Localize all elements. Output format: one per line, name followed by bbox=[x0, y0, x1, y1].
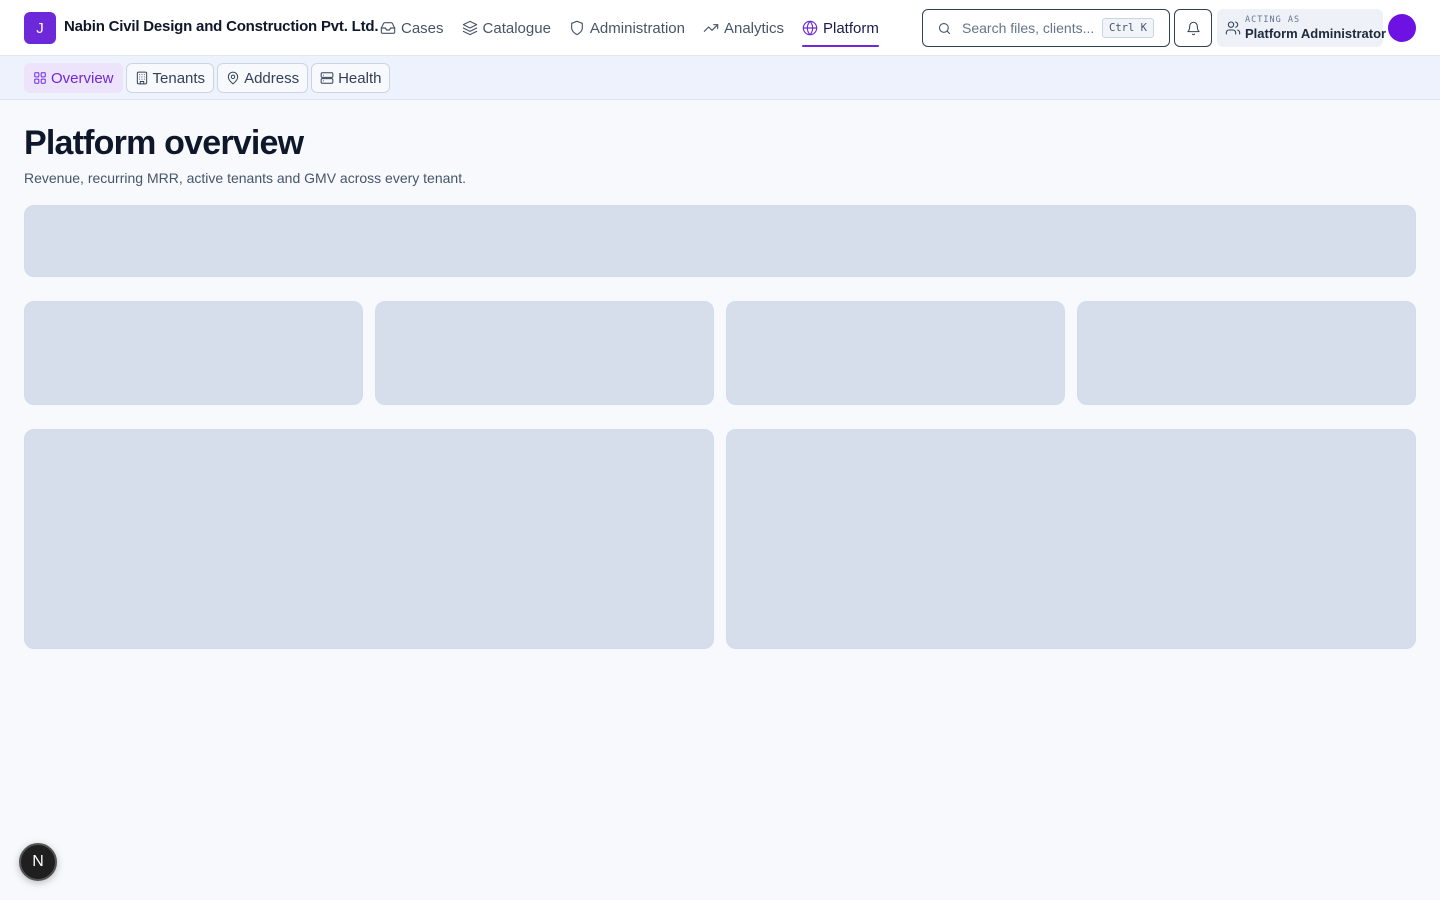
nav-label: Administration bbox=[589, 19, 685, 37]
tab-address[interactable]: Address bbox=[217, 63, 309, 93]
tab-label: Tenants bbox=[152, 69, 206, 87]
tab-label: Address bbox=[244, 69, 300, 87]
skeleton-stat-card bbox=[1077, 301, 1416, 405]
layers-icon bbox=[462, 20, 477, 36]
globe-icon bbox=[802, 20, 818, 36]
nav-item-analytics[interactable]: Analytics bbox=[703, 0, 784, 56]
shield-icon bbox=[571, 20, 583, 36]
search-placeholder: Search files, clients... bbox=[962, 20, 1094, 36]
skeleton-stat-card bbox=[375, 301, 714, 405]
skeleton-stat-card bbox=[726, 301, 1065, 405]
map-pin-icon bbox=[227, 71, 239, 85]
nav-item-administration[interactable]: Administration bbox=[569, 0, 685, 56]
server-icon bbox=[320, 72, 334, 84]
skeleton-panel bbox=[726, 429, 1416, 649]
skeleton-panel bbox=[24, 429, 714, 649]
tab-label: Overview bbox=[51, 69, 114, 87]
users-icon bbox=[1225, 21, 1241, 35]
search-box[interactable]: Search files, clients... Ctrl K bbox=[922, 9, 1170, 47]
tab-tenants[interactable]: Tenants bbox=[125, 63, 215, 93]
nav-label: Cases bbox=[401, 19, 444, 37]
search-icon bbox=[938, 22, 951, 34]
skeleton-stat-card bbox=[24, 301, 363, 405]
nav-label: Analytics bbox=[723, 19, 784, 37]
skeleton-banner bbox=[24, 205, 1416, 277]
subtabs: Overview Tenants Address Health bbox=[24, 63, 393, 93]
dev-tools-button[interactable]: N bbox=[19, 843, 57, 881]
acting-as-role: Platform Administrator bbox=[1245, 26, 1387, 41]
sub-navigation: Overview Tenants Address Health bbox=[0, 56, 1440, 100]
top-header: J Nabin Civil Design and Construction Pv… bbox=[0, 0, 1440, 56]
nav-item-cases[interactable]: Cases bbox=[380, 0, 444, 56]
tab-label: Health bbox=[338, 69, 382, 87]
page-title: Platform overview bbox=[24, 124, 304, 162]
tab-overview[interactable]: Overview bbox=[24, 63, 123, 93]
nav-item-catalogue[interactable]: Catalogue bbox=[462, 0, 551, 56]
trending-up-icon bbox=[703, 24, 719, 32]
page-subtitle: Revenue, recurring MRR, active tenants a… bbox=[24, 170, 466, 186]
grid-icon bbox=[34, 72, 46, 84]
tab-health[interactable]: Health bbox=[311, 63, 391, 93]
nav-label: Platform bbox=[823, 19, 879, 37]
notifications-button[interactable] bbox=[1174, 9, 1212, 47]
inbox-icon bbox=[380, 22, 396, 34]
org-logo[interactable]: J bbox=[24, 12, 56, 44]
nav-item-platform[interactable]: Platform bbox=[802, 0, 879, 56]
acting-as-switcher[interactable]: ACTING AS Platform Administrator bbox=[1217, 9, 1387, 47]
building-icon bbox=[136, 71, 147, 85]
nav-label: Catalogue bbox=[482, 19, 551, 37]
fab-letter: N bbox=[32, 853, 44, 870]
logo-letter: J bbox=[36, 19, 44, 37]
bell-icon bbox=[1186, 21, 1200, 35]
acting-as-label: ACTING AS bbox=[1245, 15, 1301, 25]
org-name[interactable]: Nabin Civil Design and Construction Pvt.… bbox=[64, 18, 379, 35]
user-avatar[interactable] bbox=[1388, 14, 1416, 42]
search-shortcut: Ctrl K bbox=[1102, 18, 1154, 38]
main-nav: Cases Catalogue Administration Analytics… bbox=[380, 0, 897, 56]
